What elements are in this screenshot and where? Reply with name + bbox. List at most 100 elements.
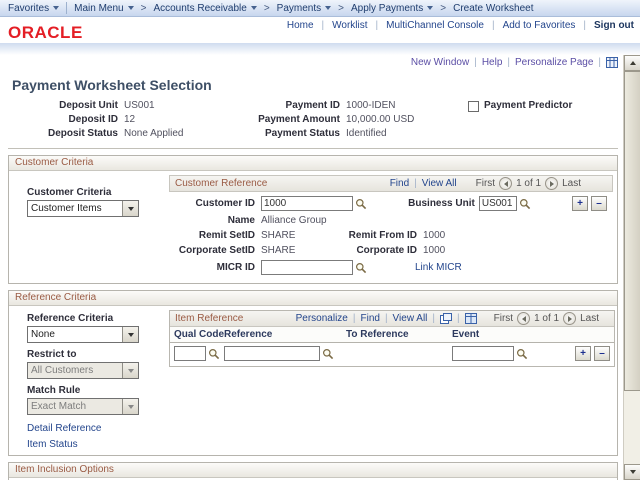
remove-row-button[interactable]: – <box>591 196 607 211</box>
dropdown-arrow-icon <box>251 6 257 10</box>
main-menu[interactable]: Main Menu <box>74 3 133 14</box>
item-reference-title: Item Reference <box>175 313 243 324</box>
payment-predictor-option: Payment Predictor <box>468 99 623 113</box>
add-row-button[interactable]: + <box>575 346 591 361</box>
lookup-icon[interactable] <box>355 198 367 210</box>
item-reference-grid: Item Reference Personalize Find View All <box>169 310 615 367</box>
worklist-link[interactable]: Worklist <box>332 20 367 31</box>
view-all-link[interactable]: View All <box>422 178 457 189</box>
personalize-link[interactable]: Personalize <box>296 313 348 324</box>
find-link[interactable]: Find <box>390 178 409 189</box>
remove-row-button[interactable]: – <box>594 346 610 361</box>
item-status-link[interactable]: Item Status <box>27 439 78 450</box>
home-link[interactable]: Home <box>287 20 314 31</box>
pager-next-icon[interactable] <box>545 177 558 190</box>
main-menu-label: Main Menu <box>74 3 123 14</box>
new-window-link[interactable]: New Window <box>411 57 469 68</box>
add-row-button[interactable]: + <box>572 196 588 211</box>
event-input[interactable] <box>452 346 514 361</box>
grid-find-link[interactable]: Find <box>360 313 379 324</box>
deposit-id-label: Deposit ID <box>0 113 124 127</box>
pager-next-icon[interactable] <box>563 312 576 325</box>
link-micr-link[interactable]: Link MICR <box>415 262 462 273</box>
customer-reference-title: Customer Reference <box>175 178 267 189</box>
customer-criteria-label: Customer Criteria <box>27 187 167 198</box>
grid-view-all-link[interactable]: View All <box>393 313 428 324</box>
pager-last-label: Last <box>580 313 599 324</box>
breadcrumb-item-apply-payments[interactable]: Apply Payments <box>351 3 433 14</box>
scrollbar-thumb[interactable] <box>624 71 640 391</box>
separator <box>353 313 356 324</box>
dropdown-button <box>122 363 138 378</box>
breadcrumb-separator <box>264 3 270 14</box>
restrict-to-select: All Customers <box>27 362 139 379</box>
match-rule-selected-value: Exact Match <box>28 401 122 412</box>
breadcrumb-separator <box>141 3 147 14</box>
breadcrumb-item-payments[interactable]: Payments <box>277 3 331 14</box>
add-to-favorites-link[interactable]: Add to Favorites <box>503 20 576 31</box>
help-link[interactable]: Help <box>482 57 503 68</box>
page-grid-icon[interactable] <box>606 57 618 68</box>
reference-criteria-select[interactable]: None <box>27 326 139 343</box>
reference-input[interactable] <box>224 346 320 361</box>
customer-criteria-select[interactable]: Customer Items <box>27 200 139 217</box>
dropdown-button[interactable] <box>122 327 138 342</box>
lookup-icon[interactable] <box>516 348 528 360</box>
customer-criteria-body: Customer Criteria Customer Items Custome… <box>9 171 617 283</box>
breadcrumb-current-label: Create Worksheet <box>453 3 533 14</box>
remit-row: Remit SetID SHARE Remit From ID 1000 <box>169 230 613 241</box>
pager-prev-icon[interactable] <box>499 177 512 190</box>
personalize-page-link[interactable]: Personalize Page <box>515 57 593 68</box>
lookup-icon[interactable] <box>519 198 531 210</box>
separator <box>474 57 477 68</box>
reference-criteria-header: Reference Criteria <box>9 291 617 306</box>
deposit-unit-label: Deposit Unit <box>0 99 124 113</box>
sign-out-link[interactable]: Sign out <box>594 20 634 31</box>
micr-row: MICR ID Link MICR <box>169 260 613 275</box>
dropdown-button[interactable] <box>122 201 138 216</box>
popout-grid-icon[interactable] <box>440 313 452 324</box>
multichannel-console-link[interactable]: MultiChannel Console <box>386 20 484 31</box>
divider-rule <box>8 148 618 149</box>
business-unit-input[interactable] <box>479 196 517 211</box>
item-inclusion-section: Item Inclusion Options All Items Deducti… <box>8 462 618 480</box>
corporate-id-label: Corporate ID <box>335 245 423 256</box>
scroll-up-icon <box>630 61 636 65</box>
download-grid-icon[interactable] <box>465 313 477 324</box>
payment-predictor-label: Payment Predictor <box>484 99 572 113</box>
pager-prev-icon[interactable] <box>517 312 530 325</box>
separator <box>432 313 435 324</box>
separator <box>322 20 325 31</box>
qual-code-input[interactable] <box>174 346 206 361</box>
customer-criteria-left: Customer Criteria Customer Items <box>15 175 167 275</box>
reference-criteria-selected-value: None <box>28 329 122 340</box>
dropdown-arrow-icon <box>128 369 134 373</box>
favorites-label: Favorites <box>8 3 49 14</box>
divider <box>66 2 67 14</box>
lookup-icon[interactable] <box>208 348 220 360</box>
payment-predictor-checkbox[interactable] <box>468 101 479 112</box>
payment-amount-value: 10,000.00 USD <box>346 113 468 127</box>
scroll-up-button[interactable] <box>624 55 640 71</box>
customer-criteria-header: Customer Criteria <box>9 156 617 171</box>
reference-criteria-label: Reference Criteria <box>27 313 167 324</box>
lookup-icon[interactable] <box>322 348 334 360</box>
page-header: ORACLE Home Worklist MultiChannel Consol… <box>0 17 640 43</box>
separator <box>598 57 601 68</box>
favorites-menu[interactable]: Favorites <box>8 3 59 14</box>
lookup-icon[interactable] <box>355 262 367 274</box>
breadcrumb-item-accounts-receivable[interactable]: Accounts Receivable <box>153 3 256 14</box>
customer-id-row: Customer ID Business Unit + – <box>169 196 613 211</box>
micr-id-input[interactable] <box>261 260 353 275</box>
customer-criteria-section: Customer Criteria Customer Criteria Cust… <box>8 155 618 284</box>
customer-criteria-selected-value: Customer Items <box>28 203 122 214</box>
pager-first-label: First <box>494 313 513 324</box>
match-rule-label: Match Rule <box>27 385 167 396</box>
vertical-scrollbar[interactable] <box>623 55 640 480</box>
customer-id-input[interactable] <box>261 196 353 211</box>
detail-reference-link[interactable]: Detail Reference <box>27 423 101 434</box>
column-header-event: Event <box>452 329 572 340</box>
scroll-down-button[interactable] <box>624 464 640 480</box>
breadcrumb-separator <box>338 3 344 14</box>
dropdown-arrow-icon <box>427 6 433 10</box>
